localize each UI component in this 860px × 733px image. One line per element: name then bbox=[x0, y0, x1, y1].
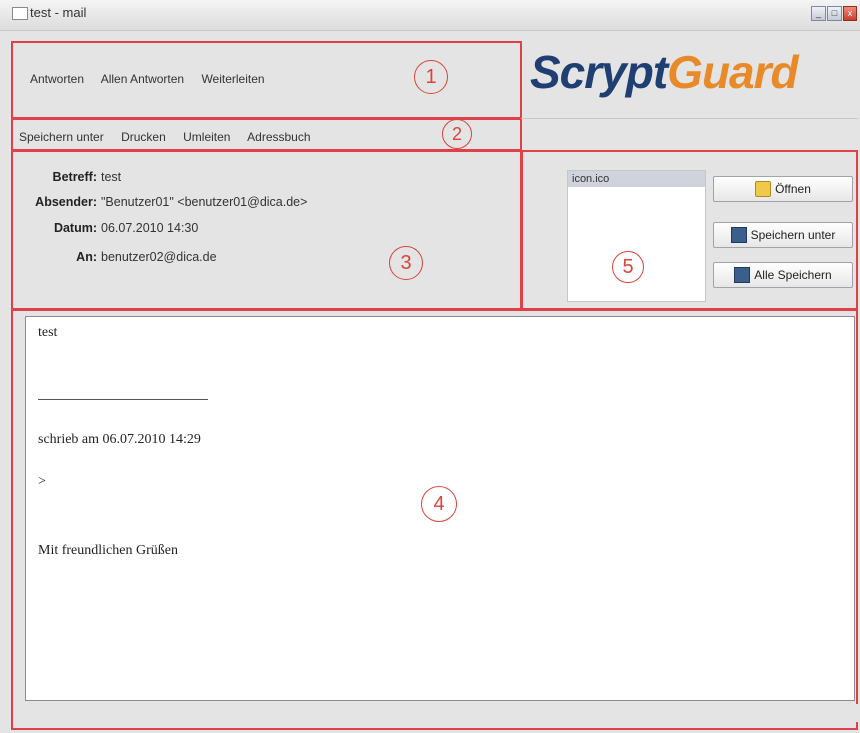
redirect-button[interactable]: Umleiten bbox=[183, 130, 230, 144]
primary-toolbar: Antworten Allen Antworten Weiterleiten bbox=[30, 72, 279, 86]
open-attachment-label: Öffnen bbox=[775, 182, 811, 196]
to-row: An: benutzer02@dica.de bbox=[12, 250, 217, 264]
date-row: Datum: 06.07.2010 14:30 bbox=[12, 221, 198, 235]
title-bar: test - mail _ □ x bbox=[0, 0, 860, 31]
forward-button[interactable]: Weiterleiten bbox=[201, 72, 264, 86]
attachment-list[interactable]: icon.ico bbox=[567, 170, 706, 302]
annotation-2: 2 bbox=[442, 119, 472, 149]
from-label: Absender: bbox=[35, 195, 97, 209]
minimize-button[interactable]: _ bbox=[811, 6, 826, 21]
save-all-icon bbox=[734, 267, 751, 283]
save-attachment-as-button[interactable]: Speichern unter bbox=[713, 222, 853, 248]
folder-open-icon bbox=[755, 181, 772, 197]
to-value: benutzer02@dica.de bbox=[101, 250, 217, 264]
body-line-quote: > bbox=[38, 474, 46, 489]
scryptguard-logo: ScryptGuard bbox=[530, 46, 799, 98]
subject-row: Betreff: test bbox=[12, 170, 122, 184]
date-value: 06.07.2010 14:30 bbox=[101, 221, 199, 235]
save-all-label: Alle Speichern bbox=[754, 268, 832, 282]
annotation-4: 4 bbox=[421, 486, 457, 522]
status-bar bbox=[14, 704, 858, 722]
subject-label: Betreff: bbox=[52, 170, 97, 184]
close-button[interactable]: x bbox=[843, 6, 857, 21]
body-line-quote-header: schrieb am 06.07.2010 14:29 bbox=[38, 432, 201, 447]
annotation-1: 1 bbox=[414, 60, 448, 94]
save-all-button[interactable]: Alle Speichern bbox=[713, 262, 853, 288]
quote-separator bbox=[38, 399, 208, 400]
attachment-item[interactable]: icon.ico bbox=[568, 171, 705, 187]
save-as-button[interactable]: Speichern unter bbox=[19, 130, 104, 144]
annotation-5: 5 bbox=[612, 251, 644, 283]
annotation-3: 3 bbox=[389, 246, 423, 280]
body-line-signoff: Mit freundlichen Grüßen bbox=[38, 543, 178, 558]
date-label: Datum: bbox=[53, 221, 97, 235]
from-value: "Benutzer01" <benutzer01@dica.de> bbox=[101, 195, 308, 209]
app-icon bbox=[12, 7, 28, 20]
address-book-button[interactable]: Adressbuch bbox=[247, 130, 310, 144]
mail-window: test - mail _ □ x Antworten Allen Antwor… bbox=[0, 0, 860, 733]
from-row: Absender: "Benutzer01" <benutzer01@dica.d… bbox=[12, 195, 307, 209]
window-title: test - mail bbox=[30, 5, 87, 20]
body-line-greeting: test bbox=[38, 325, 58, 340]
print-button[interactable]: Drucken bbox=[121, 130, 166, 144]
reply-all-button[interactable]: Allen Antworten bbox=[101, 72, 184, 86]
maximize-button[interactable]: □ bbox=[827, 6, 842, 21]
reply-button[interactable]: Antworten bbox=[30, 72, 84, 86]
toolbar-divider bbox=[521, 118, 858, 152]
save-icon bbox=[730, 227, 747, 243]
to-label: An: bbox=[76, 250, 97, 264]
subject-value: test bbox=[101, 170, 122, 184]
save-attachment-as-label: Speichern unter bbox=[750, 228, 836, 242]
secondary-toolbar: Speichern unter Drucken Umleiten Adressb… bbox=[19, 130, 325, 144]
open-attachment-button[interactable]: Öffnen bbox=[713, 176, 853, 202]
